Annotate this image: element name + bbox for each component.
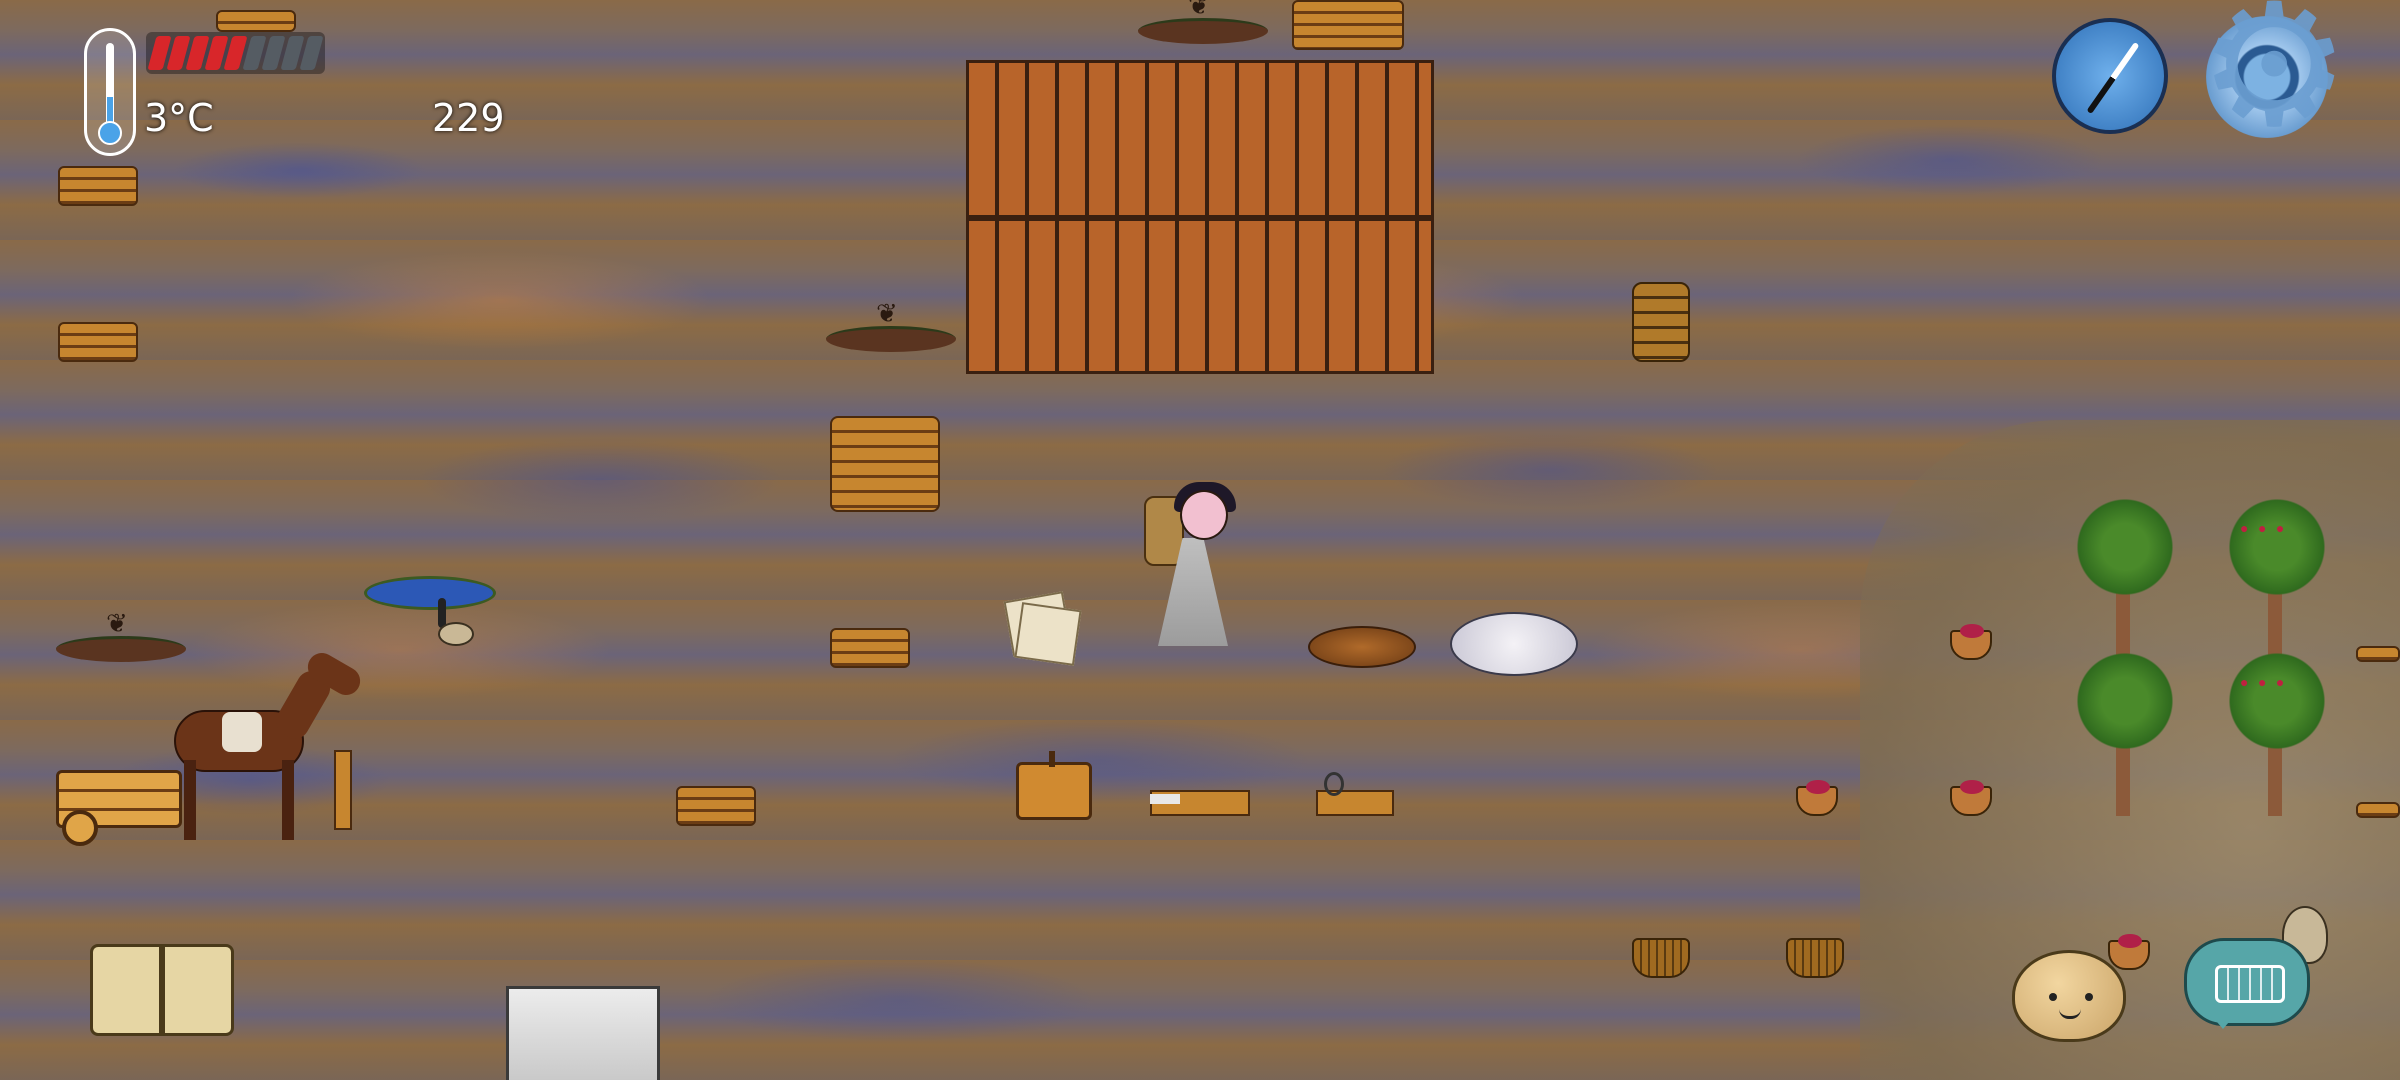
berry-bush[interactable]: [2070, 492, 2180, 662]
horse-cart[interactable]: [56, 647, 376, 850]
firewood-pile[interactable]: [676, 786, 756, 826]
firewood-pile[interactable]: [58, 166, 138, 206]
woven-basket-stack[interactable]: [1632, 282, 1690, 362]
firewood-pile[interactable]: [830, 628, 910, 668]
canada-goose[interactable]: [434, 598, 474, 654]
bush-leaves: [2070, 646, 2180, 756]
bush-leaves: [2222, 646, 2332, 756]
keyboard-bubble-icon[interactable]: [2184, 938, 2310, 1029]
firewood-pile[interactable]: [1292, 0, 1404, 50]
planted-row[interactable]: [826, 299, 956, 352]
empty-basket[interactable]: [1786, 938, 1844, 978]
bush-leaves: [2222, 492, 2332, 602]
horse-leg: [184, 760, 196, 840]
player-character[interactable]: [1144, 482, 1240, 648]
emote-eye: [2085, 993, 2093, 1001]
wooden-crate[interactable]: [1016, 751, 1092, 820]
emote-eye: [2049, 993, 2057, 1001]
hitching-post: [334, 750, 352, 830]
animal-pelt[interactable]: [1308, 626, 1416, 668]
emote-smile: [2059, 1009, 2081, 1019]
book-page-left: [90, 944, 162, 1036]
berry-bowl[interactable]: [2108, 934, 2150, 970]
berry-bush[interactable]: [2222, 646, 2332, 816]
food-meter: [146, 32, 325, 74]
book-icon[interactable]: [90, 944, 236, 1040]
thermometer-bulb: [98, 121, 122, 145]
goose-pond[interactable]: [364, 576, 496, 610]
wooden-fence-wall[interactable]: [966, 60, 1434, 374]
planted-row[interactable]: [1138, 0, 1268, 44]
trap-spring: [1324, 772, 1344, 796]
berry-bowl[interactable]: [1950, 780, 1992, 816]
potato-face-icon[interactable]: [2012, 950, 2126, 1042]
berry-bowl[interactable]: [1796, 780, 1838, 816]
berry-bush[interactable]: [2070, 646, 2180, 816]
firewood-pile[interactable]: [216, 10, 296, 32]
game-world[interactable]: 3°C 229: [0, 0, 2400, 1080]
goose-body: [438, 622, 474, 646]
paper-sheets[interactable]: [980, 591, 1090, 666]
firewood-pile[interactable]: [58, 322, 138, 362]
keyboard-glyph: [2215, 965, 2285, 1003]
gear-icon[interactable]: [2198, 0, 2350, 152]
compass-needle: [2086, 41, 2140, 115]
temperature-readout: 3°C: [144, 96, 214, 140]
resource-counter: 229: [432, 96, 505, 140]
firewood-pile[interactable]: [2356, 802, 2400, 818]
bush-leaves: [2070, 492, 2180, 602]
compass-icon[interactable]: [2052, 18, 2168, 134]
thermometer-icon: [84, 28, 136, 156]
berry-bush[interactable]: [2222, 492, 2332, 662]
book-page-right: [162, 944, 234, 1036]
stone-floor-tile[interactable]: [506, 986, 660, 1080]
player-face: [1180, 490, 1228, 540]
paper-sheet: [1014, 602, 1082, 666]
cart-wheel: [62, 810, 98, 846]
empty-basket[interactable]: [1632, 938, 1690, 978]
thermometer-stem: [106, 43, 114, 131]
snare-trap[interactable]: [1316, 772, 1396, 818]
horse-saddle: [222, 712, 262, 752]
sheep-fleece[interactable]: [1450, 612, 1578, 676]
firewood-stack[interactable]: [830, 416, 940, 512]
horse-leg: [282, 760, 294, 840]
knife-on-board[interactable]: [1150, 790, 1250, 816]
firewood-pile[interactable]: [2356, 646, 2400, 662]
berry-bowl[interactable]: [1950, 624, 1992, 660]
